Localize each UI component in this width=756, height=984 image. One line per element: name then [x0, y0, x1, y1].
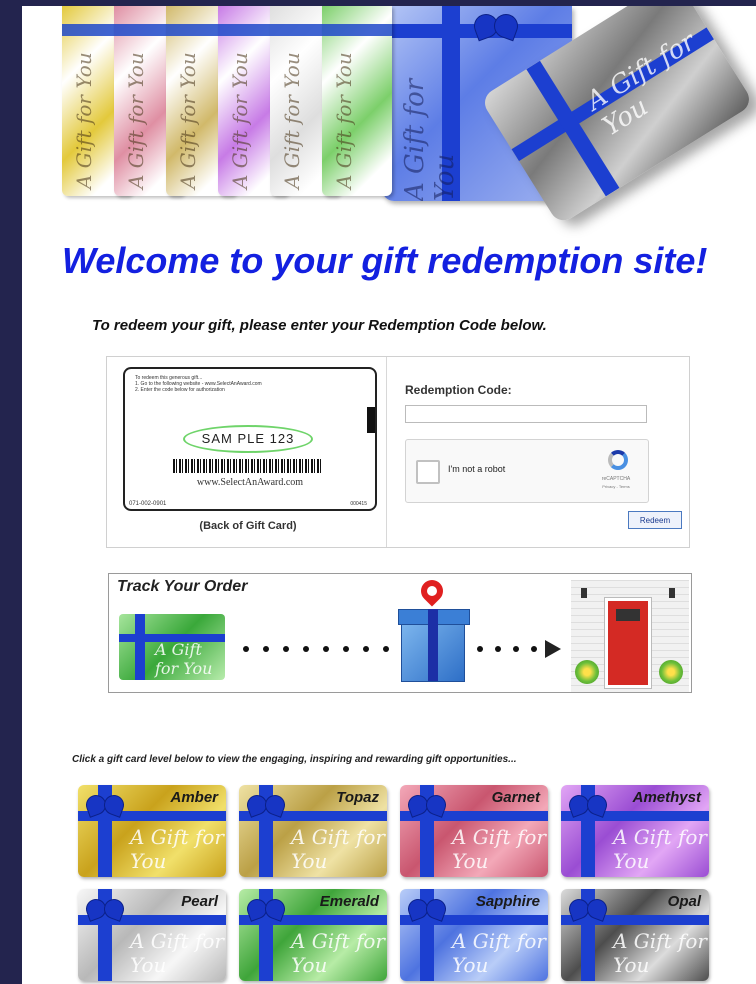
level-name: Pearl	[181, 893, 218, 910]
recaptcha-checkbox[interactable]	[416, 460, 440, 484]
progress-dot	[383, 646, 389, 652]
bow-icon	[408, 795, 446, 821]
progress-dot	[243, 646, 249, 652]
level-card-opal[interactable]: Opal A Gift for You	[561, 889, 709, 981]
recaptcha-label: I'm not a robot	[448, 464, 506, 474]
track-order-banner[interactable]: Track Your Order A Gift for You	[108, 573, 692, 693]
fan-card-script: A Gift for You	[124, 52, 148, 190]
level-card-emerald[interactable]: Emerald A Gift for You	[239, 889, 387, 981]
hero-card-script: A Gift for You	[400, 78, 460, 201]
progress-dot	[513, 646, 519, 652]
card-website: www.SelectAnAward.com	[196, 477, 304, 488]
redeem-button[interactable]: Redeem	[628, 511, 682, 529]
recaptcha-links[interactable]: Privacy - Terms	[594, 484, 638, 489]
progress-dot	[363, 646, 369, 652]
bow-icon	[408, 899, 446, 925]
gift-box-icon	[398, 609, 470, 682]
arrow-right-icon	[545, 640, 561, 658]
card-serial-right: 000415	[350, 501, 367, 507]
redemption-panel: To redeem this generous gift... 1. Go to…	[106, 356, 690, 548]
level-card-script: A Gift for You	[613, 929, 707, 977]
levels-prompt: Click a gift card level below to view th…	[72, 754, 517, 765]
track-order-title: Track Your Order	[117, 578, 248, 595]
level-card-script: A Gift for You	[613, 825, 707, 873]
fan-card-script: A Gift for You	[176, 52, 200, 190]
fan-card-script: A Gift for You	[332, 52, 356, 190]
page: A Gift for You A Gift for You A Gift for Y…	[22, 6, 756, 984]
instruction-text: To redeem your gift, please enter your R…	[92, 317, 547, 334]
recaptcha-brand: reCAPTCHA	[601, 476, 631, 482]
level-name: Garnet	[491, 789, 540, 806]
level-card-amber[interactable]: Amber A Gift for You	[78, 785, 226, 877]
level-card-topaz[interactable]: Topaz A Gift for You	[239, 785, 387, 877]
level-card-script: A Gift for You	[130, 825, 224, 873]
level-name: Sapphire	[475, 893, 540, 910]
level-card-script: A Gift for You	[452, 825, 546, 873]
magstripe	[367, 407, 375, 433]
level-name: Amethyst	[632, 789, 701, 806]
hero-banner: A Gift for You A Gift for You A Gift for Y…	[62, 6, 756, 226]
progress-dot	[477, 646, 483, 652]
sample-code: SAM PLE 123	[183, 425, 313, 453]
level-card-script: A Gift for You	[291, 825, 385, 873]
level-card-script: A Gift for You	[291, 929, 385, 977]
level-name: Amber	[170, 789, 218, 806]
progress-dot	[263, 646, 269, 652]
level-card-amethyst[interactable]: Amethyst A Gift for You	[561, 785, 709, 877]
fan-card-script: A Gift for You	[228, 52, 252, 190]
level-card-sapphire[interactable]: Sapphire A Gift for You	[400, 889, 548, 981]
hero-tilt-script: A Gift for You	[581, 26, 701, 143]
bow-icon	[86, 795, 124, 821]
back-card-caption: (Back of Gift Card)	[199, 520, 297, 532]
house-door-icon	[571, 580, 689, 692]
level-card-pearl[interactable]: Pearl A Gift for You	[78, 889, 226, 981]
barcode-icon	[173, 459, 323, 473]
bow-icon	[474, 12, 518, 42]
bow-icon	[86, 899, 124, 925]
progress-dot	[303, 646, 309, 652]
track-gift-card: A Gift for You	[119, 614, 225, 680]
bow-icon	[569, 795, 607, 821]
recaptcha-widget: I'm not a robot reCAPTCHA Privacy - Term…	[405, 439, 649, 503]
level-card-script: A Gift for You	[452, 929, 546, 977]
progress-dot	[343, 646, 349, 652]
bow-icon	[569, 899, 607, 925]
progress-dot	[495, 646, 501, 652]
gift-card-back-image: To redeem this generous gift... 1. Go to…	[123, 367, 377, 511]
divider	[386, 357, 387, 547]
card-instruction-3: 2. Enter the code below for authorizatio…	[135, 387, 225, 393]
gift-level-grid: Amber A Gift for You Topaz A Gift for You Ga…	[78, 785, 756, 984]
progress-dot	[531, 646, 537, 652]
recaptcha-logo-icon	[608, 450, 628, 470]
level-name: Topaz	[336, 789, 379, 806]
fan-card: A Gift for You	[322, 6, 392, 196]
track-card-script: A Gift for You	[155, 640, 213, 678]
bow-icon	[247, 899, 285, 925]
level-card-garnet[interactable]: Garnet A Gift for You	[400, 785, 548, 877]
progress-dot	[283, 646, 289, 652]
fan-card-script: A Gift for You	[72, 52, 96, 190]
fan-card-script: A Gift for You	[280, 52, 304, 190]
level-name: Emerald	[319, 893, 379, 910]
level-name: Opal	[667, 893, 701, 910]
redemption-code-label: Redemption Code:	[405, 383, 512, 397]
location-pin-icon	[416, 575, 448, 607]
redemption-code-input[interactable]	[405, 405, 647, 423]
bow-icon	[247, 795, 285, 821]
level-card-script: A Gift for You	[130, 929, 224, 977]
progress-dot	[323, 646, 329, 652]
page-title: Welcome to your gift redemption site!	[62, 240, 708, 281]
card-serial: 071-002-0901	[129, 501, 167, 507]
